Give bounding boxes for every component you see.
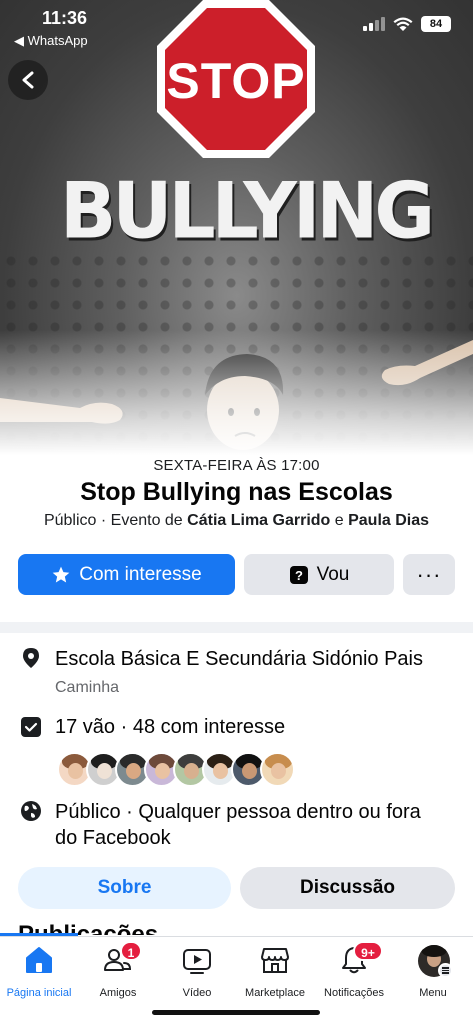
marketplace-icon [261,948,289,973]
event-cover-image[interactable]: STOP BULLYING 11:36 ◀ WhatsApp 84 [0,0,473,455]
globe-icon [21,801,41,821]
back-to-whatsapp-link[interactable]: ◀ WhatsApp [14,33,88,49]
nav-video-label: Vídeo [182,987,212,999]
home-icon [26,947,52,973]
nav-video[interactable]: Vídeo [152,945,242,999]
avatar [260,752,295,787]
event-date: SEXTA-FEIRA ÀS 17:00 [153,457,320,474]
host-joiner: e [330,512,349,529]
battery-indicator: 84 [421,16,451,32]
event-title: Stop Bullying nas Escolas [80,478,393,506]
nav-home[interactable]: Página inicial [0,945,84,999]
section-divider [0,622,473,633]
back-button[interactable] [8,60,48,100]
cover-title-text: BULLYING [60,165,435,257]
event-hosts-line: Público · Evento de Cátia Lima Garrido e… [0,512,473,530]
nav-marketplace[interactable]: Marketplace [230,945,320,999]
svg-text:?: ? [295,568,303,583]
star-icon [52,566,70,582]
event-location[interactable]: Escola Básica E Secundária Sidónio Pais [55,648,423,671]
nav-home-label: Página inicial [6,987,72,999]
event-tabs: Sobre Discussão [18,867,455,909]
host-link-2[interactable]: Paula Dias [348,512,429,529]
going-button-label: Vou [316,563,350,585]
event-action-buttons: Com interesse ? Vou ··· [18,554,455,596]
event-privacy-text: Público · Evento de [43,512,188,529]
tab-discussion[interactable]: Discussão [240,867,455,909]
attendee-avatars[interactable] [57,752,295,788]
host-link-1[interactable]: Cátia Lima Garrido [187,512,330,529]
stop-sign-text: STOP [166,53,306,109]
friends-badge: 1 [120,941,142,961]
location-pin-icon [23,648,39,668]
event-visibility-line2: do Facebook [55,827,171,849]
signal-icon [363,17,385,31]
wifi-icon [393,17,413,31]
nav-friends[interactable]: 1 Amigos [73,941,163,999]
chevron-left-icon [22,71,34,89]
event-visibility-line1: Público · Qualquer pessoa dentro ou fora [55,801,421,823]
menu-hamburger-icon [438,963,453,978]
home-indicator [152,1010,320,1015]
going-button[interactable]: ? Vou [244,554,394,595]
event-attendance[interactable]: 17 vão · 48 com interesse [55,716,285,739]
question-box-icon: ? [289,565,308,584]
status-icons: 84 [363,16,451,32]
nav-menu-label: Menu [419,987,447,999]
event-location-city: Caminha [55,679,120,696]
more-options-button[interactable]: ··· [403,554,455,595]
notifications-badge: 9+ [353,941,383,961]
nav-menu[interactable]: Menu [388,945,473,999]
nav-friends-label: Amigos [99,987,137,999]
nav-notifications-label: Notificações [324,987,384,999]
video-icon [183,949,211,974]
nav-notifications[interactable]: 9+ Notificações [309,941,399,999]
tab-about[interactable]: Sobre [18,867,231,909]
interested-button-label: Com interesse [79,563,202,585]
status-time: 11:36 [42,8,88,28]
nav-marketplace-label: Marketplace [245,987,305,999]
interested-button[interactable]: Com interesse [18,554,235,595]
cover-fade [0,330,473,455]
calendar-check-icon [21,717,41,737]
